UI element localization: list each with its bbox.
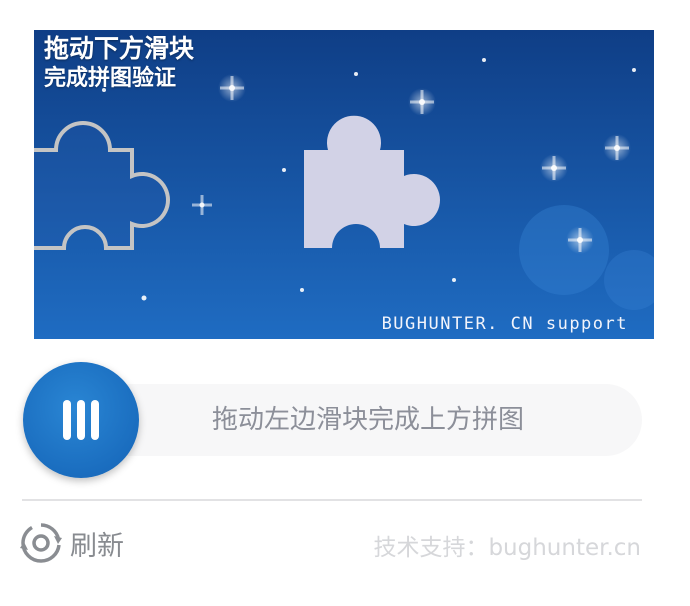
title-line-2: 完成拼图验证 [44, 66, 177, 91]
puzzle-instruction-title: 拖动下方滑块 完成拼图验证 [44, 34, 194, 94]
puzzle-image: 拖动下方滑块 完成拼图验证 BUGHUNTER. CN support [34, 30, 654, 339]
slider-hint: 拖动左边滑块完成上方拼图 [212, 405, 525, 435]
refresh-label: 刷新 [70, 530, 124, 562]
support-text: 技术支持：bughunter.cn [373, 535, 641, 561]
refresh-icon [20, 523, 62, 563]
slider-captcha-widget: 拖动下方滑块 完成拼图验证 BUGHUNTER. CN support 拖动左边… [0, 0, 690, 606]
divider [22, 499, 642, 501]
slider-track[interactable]: 拖动左边滑块完成上方拼图 [82, 384, 642, 456]
slider-handle[interactable] [23, 362, 139, 478]
grip-line-icon [63, 400, 71, 440]
puzzle-watermark: BUGHUNTER. CN support [381, 314, 628, 334]
title-line-1: 拖动下方滑块 [44, 34, 195, 63]
refresh-button[interactable]: 刷新 [20, 520, 124, 566]
grip-line-icon [91, 400, 99, 440]
grip-line-icon [77, 400, 85, 440]
